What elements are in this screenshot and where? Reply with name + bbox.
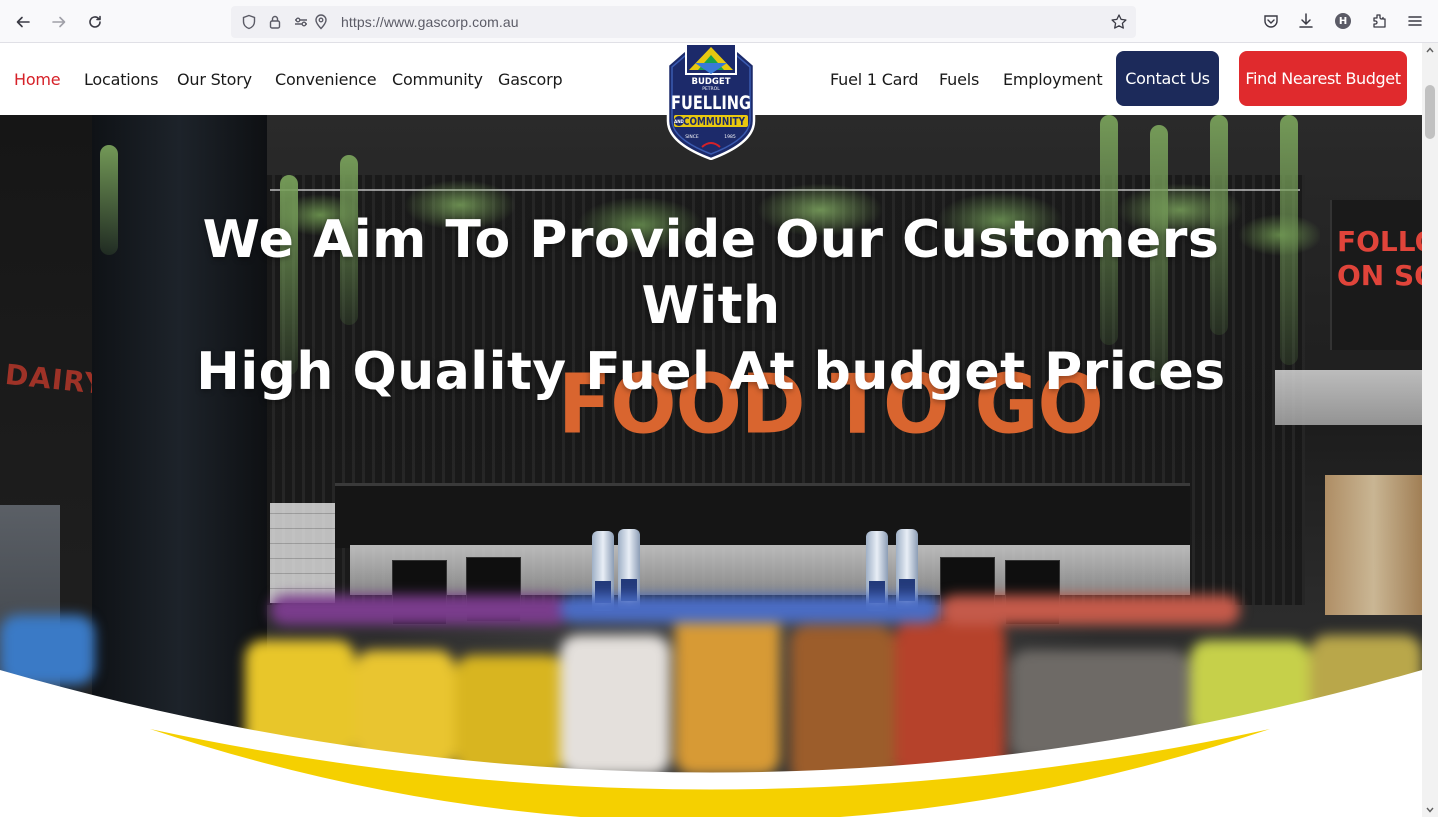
back-arrow-icon[interactable] xyxy=(10,9,36,35)
wall-tiles xyxy=(270,503,335,603)
nav-our-story[interactable]: Our Story xyxy=(177,70,252,89)
find-nearest-budget-button[interactable]: Find Nearest Budget xyxy=(1239,51,1407,106)
social-sign-text: FOLLOW ON SOC xyxy=(1337,225,1422,292)
scroll-up-arrow-icon[interactable] xyxy=(1426,46,1434,54)
forward-arrow-icon[interactable] xyxy=(46,9,72,35)
logo-community-text: COMMUNITY xyxy=(683,116,745,128)
nav-locations[interactable]: Locations xyxy=(84,70,158,89)
pocket-icon[interactable] xyxy=(1262,12,1280,30)
logo-budget-text: BUDGET xyxy=(691,77,730,87)
nav-fuel-1-card[interactable]: Fuel 1 Card xyxy=(830,70,919,89)
nav-employment[interactable]: Employment xyxy=(1003,70,1103,89)
logo-fuelling-text: FUELLING xyxy=(671,92,751,114)
nav-community[interactable]: Community xyxy=(392,70,483,89)
nav-convenience[interactable]: Convenience xyxy=(275,70,377,89)
nav-fuels[interactable]: Fuels xyxy=(939,70,979,89)
budget-petrol-logo[interactable]: BUDGET PETROL FUELLING AND COMMUNITY SIN… xyxy=(662,43,760,160)
hero-heading: We Aim To Provide Our Customers With Hig… xyxy=(196,210,1226,402)
contact-us-button[interactable]: Contact Us xyxy=(1116,51,1219,106)
nav-gascorp[interactable]: Gascorp xyxy=(498,70,563,89)
account-initial: H xyxy=(1335,13,1351,29)
nav-home[interactable]: Home xyxy=(14,70,61,89)
location-icon[interactable] xyxy=(313,14,329,30)
logo-since-text: SINCE xyxy=(685,134,699,140)
extensions-icon[interactable] xyxy=(1370,12,1388,30)
vine xyxy=(100,145,118,255)
reload-icon[interactable] xyxy=(82,9,108,35)
scroll-down-arrow-icon[interactable] xyxy=(1426,806,1434,814)
service-counter xyxy=(335,483,1190,548)
browser-toolbar: https://www.gascorp.com.au H xyxy=(0,0,1438,43)
hero-section: DAIRY FOLLOW ON SOC FOOD TO GO xyxy=(0,115,1422,817)
shield-icon[interactable] xyxy=(241,14,257,30)
lock-icon[interactable] xyxy=(267,14,283,30)
page-scrollbar[interactable] xyxy=(1422,43,1438,817)
scroll-thumb[interactable] xyxy=(1425,85,1435,139)
foreground-products xyxy=(0,595,1422,817)
address-bar[interactable]: https://www.gascorp.com.au xyxy=(231,6,1136,38)
url-text[interactable]: https://www.gascorp.com.au xyxy=(341,14,519,30)
coffee-bags xyxy=(1325,475,1422,615)
permissions-icon[interactable] xyxy=(293,14,309,30)
ceiling-light-panel xyxy=(1275,370,1422,425)
bookmark-star-icon[interactable] xyxy=(1110,13,1128,31)
vine xyxy=(1280,115,1298,365)
menu-icon[interactable] xyxy=(1406,12,1424,30)
account-icon[interactable]: H xyxy=(1334,12,1352,30)
download-icon[interactable] xyxy=(1297,12,1315,30)
logo-year-text: 1985 xyxy=(724,134,736,140)
